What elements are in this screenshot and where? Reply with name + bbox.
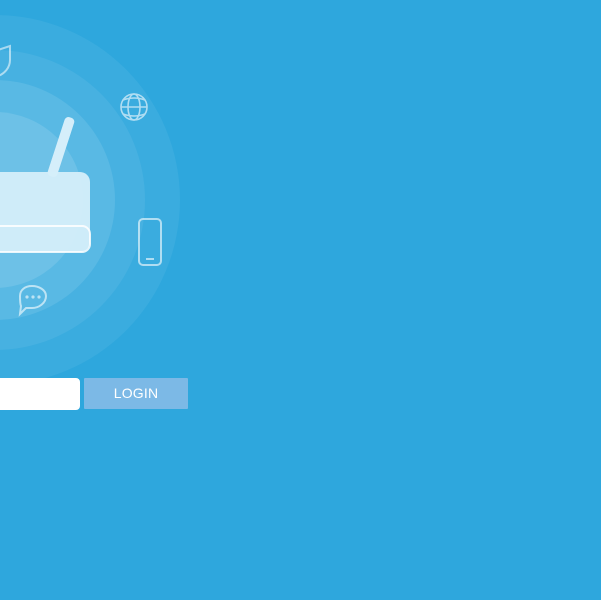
hero-illustration (0, 0, 200, 385)
hero-graphic (0, 15, 180, 385)
globe-icon (120, 93, 148, 121)
password-input[interactable] (0, 378, 80, 410)
login-button[interactable]: LOGIN (84, 378, 188, 409)
